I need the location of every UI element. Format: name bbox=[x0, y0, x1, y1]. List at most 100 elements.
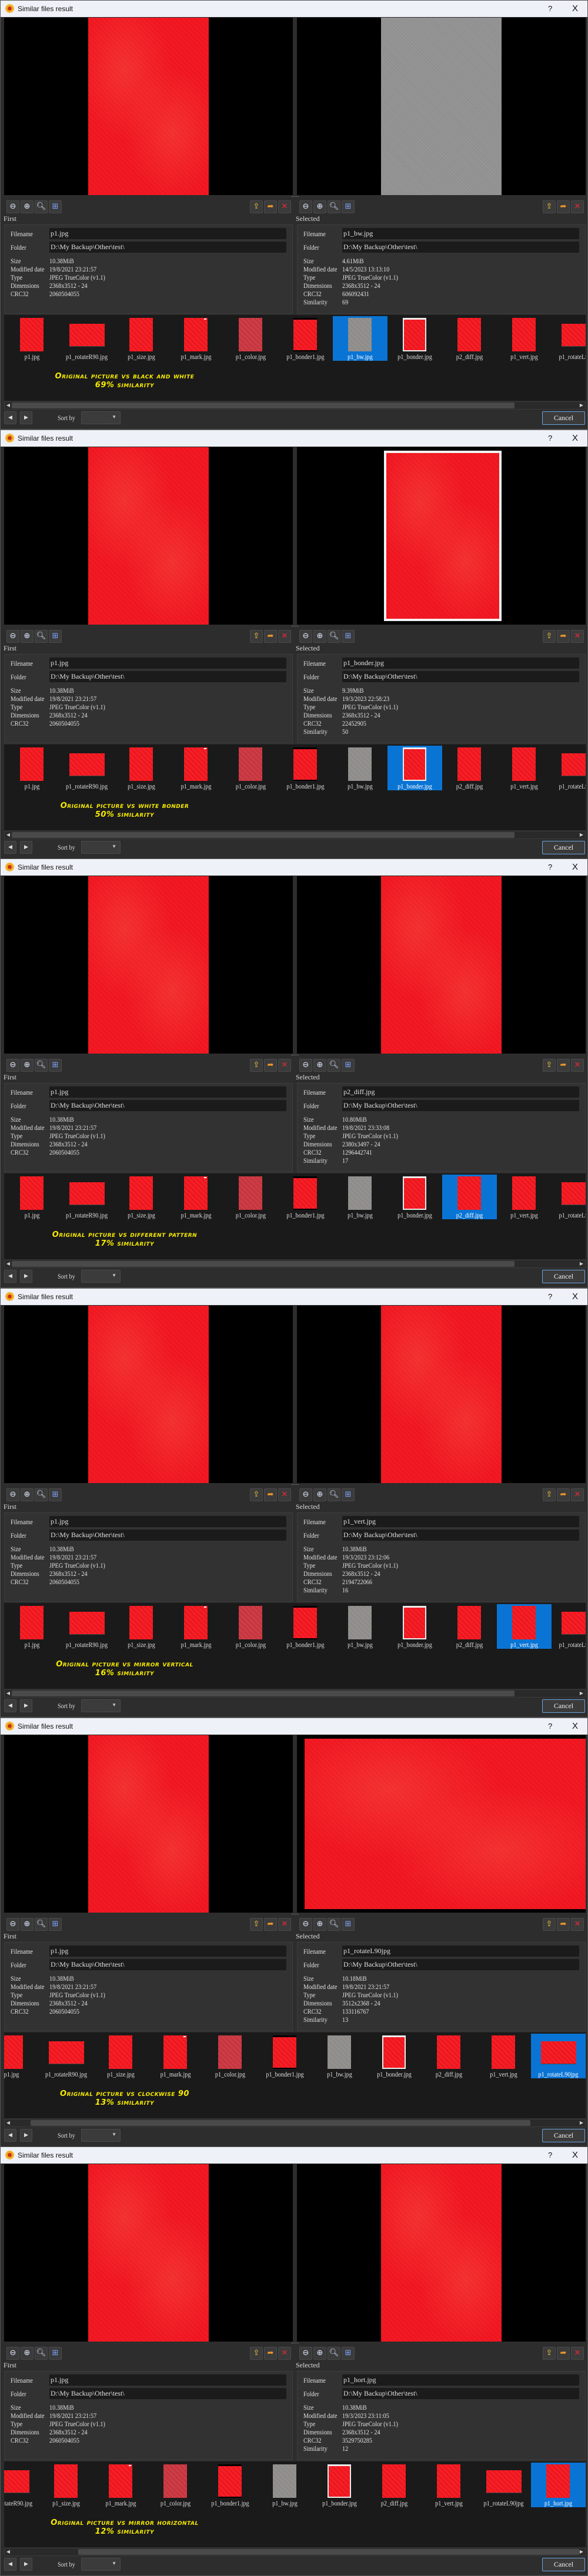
copy-to-folder-button[interactable]: ⇪ bbox=[250, 1059, 263, 1072]
cancel-button[interactable]: Cancel bbox=[542, 840, 585, 854]
scroll-left-arrow-icon[interactable]: ◀ bbox=[5, 831, 12, 838]
thumbnail-item[interactable]: p1_color.jpg bbox=[223, 1604, 278, 1649]
zoom-out-button[interactable]: ⊖ bbox=[299, 2347, 312, 2360]
zoom-out-button[interactable]: ⊖ bbox=[6, 2347, 19, 2360]
scroll-left-arrow-icon[interactable]: ◀ bbox=[5, 2548, 12, 2555]
zoom-in-button[interactable]: ⊕ bbox=[313, 629, 326, 643]
splitter-handle[interactable] bbox=[292, 196, 299, 198]
previous-button[interactable]: ◀ bbox=[4, 1270, 16, 1283]
fit-window-button[interactable]: ⊞ bbox=[49, 200, 62, 213]
first-folder-field[interactable]: D:\My Backup\Other\test\ bbox=[49, 1958, 286, 1970]
thumbnail-item[interactable]: p1_size.jpg bbox=[114, 746, 169, 790]
fit-window-button[interactable]: ⊞ bbox=[342, 2347, 355, 2360]
thumbnail-strip[interactable]: p1.jpg p1_rotateR90.jpg p1_size.jpg p1_m… bbox=[4, 1603, 586, 1689]
fit-window-button[interactable]: ⊞ bbox=[342, 200, 355, 213]
delete-button[interactable]: ✕ bbox=[571, 1059, 584, 1072]
scroll-left-arrow-icon[interactable]: ◀ bbox=[5, 402, 12, 409]
move-to-folder-button[interactable]: ➦ bbox=[557, 629, 570, 643]
next-button[interactable]: ▶ bbox=[20, 411, 32, 424]
first-filename-field[interactable]: p1.jpg bbox=[49, 657, 286, 669]
thumbnail-item[interactable]: p1_bw.jpg bbox=[333, 316, 387, 361]
thumbnail-item[interactable]: p1.jpg bbox=[4, 2034, 39, 2078]
first-image-view[interactable] bbox=[4, 447, 293, 625]
thumbnail-item[interactable]: p1_vert.jpg bbox=[497, 1604, 552, 1649]
copy-to-folder-button[interactable]: ⇪ bbox=[543, 1917, 556, 1931]
delete-button[interactable]: ✕ bbox=[571, 2347, 584, 2360]
delete-button[interactable]: ✕ bbox=[278, 1488, 291, 1501]
thumbnail-item[interactable]: p1_bw.jpg bbox=[333, 1604, 387, 1649]
first-image-view[interactable] bbox=[4, 2164, 293, 2342]
first-folder-field[interactable]: D:\My Backup\Other\test\ bbox=[49, 1100, 286, 1112]
sort-by-select[interactable]: ▼ bbox=[81, 840, 121, 854]
copy-to-folder-button[interactable]: ⇪ bbox=[250, 1917, 263, 1931]
scroll-left-arrow-icon[interactable]: ◀ bbox=[5, 1260, 12, 1267]
zoom-out-button[interactable]: ⊖ bbox=[6, 1059, 19, 1072]
thumbnail-item[interactable]: p2_diff.jpg bbox=[422, 2034, 476, 2078]
scrollbar-thumb[interactable] bbox=[12, 1261, 514, 1267]
zoom-out-button[interactable]: ⊖ bbox=[6, 1917, 19, 1931]
delete-button[interactable]: ✕ bbox=[278, 629, 291, 643]
fit-window-button[interactable]: ⊞ bbox=[342, 1488, 355, 1501]
sort-by-select[interactable]: ▼ bbox=[81, 1270, 121, 1283]
thumbnail-item[interactable]: p1_mark.jpg bbox=[169, 1175, 223, 1219]
thumbnail-item[interactable]: p1_color.jpg bbox=[223, 746, 278, 790]
selected-filename-field[interactable]: p1_bw.jpg bbox=[342, 228, 579, 239]
previous-button[interactable]: ◀ bbox=[4, 840, 16, 854]
horizontal-scrollbar[interactable]: ◀ ▶ bbox=[4, 401, 586, 410]
move-to-folder-button[interactable]: ➦ bbox=[557, 2347, 570, 2360]
scrollbar-thumb[interactable] bbox=[31, 2119, 530, 2126]
selected-filename-field[interactable]: p2_diff.jpg bbox=[342, 1086, 579, 1098]
fit-window-button[interactable]: ⊞ bbox=[49, 2347, 62, 2360]
thumbnail-item[interactable]: p1_rotateL90jpg bbox=[552, 316, 586, 361]
selected-image-view[interactable] bbox=[297, 447, 586, 625]
thumbnail-item[interactable]: p1_rotateR90.jpg bbox=[59, 746, 114, 790]
selected-folder-field[interactable]: D:\My Backup\Other\test\ bbox=[342, 242, 579, 253]
horizontal-scrollbar[interactable]: ◀ ▶ bbox=[4, 1689, 586, 1698]
previous-button[interactable]: ◀ bbox=[4, 2128, 16, 2142]
thumbnail-item[interactable]: p1_bonder1.jpg bbox=[278, 316, 333, 361]
horizontal-scrollbar[interactable]: ◀ ▶ bbox=[4, 830, 586, 839]
fit-window-button[interactable]: ⊞ bbox=[49, 1059, 62, 1072]
zoom-in-button[interactable]: ⊕ bbox=[21, 629, 34, 643]
selected-folder-field[interactable]: D:\My Backup\Other\test\ bbox=[342, 1958, 579, 1970]
next-button[interactable]: ▶ bbox=[20, 2128, 32, 2142]
delete-button[interactable]: ✕ bbox=[278, 1059, 291, 1072]
selected-filename-field[interactable]: p1_vert.jpg bbox=[342, 1516, 579, 1527]
help-button[interactable]: ? bbox=[548, 1722, 552, 1730]
scroll-right-arrow-icon[interactable]: ▶ bbox=[578, 831, 585, 838]
previous-button[interactable]: ◀ bbox=[4, 2558, 16, 2571]
move-to-folder-button[interactable]: ➦ bbox=[264, 1917, 277, 1931]
move-to-folder-button[interactable]: ➦ bbox=[557, 1059, 570, 1072]
delete-button[interactable]: ✕ bbox=[571, 200, 584, 213]
horizontal-scrollbar[interactable]: ◀ ▶ bbox=[4, 2548, 586, 2557]
zoom-in-button[interactable]: ⊕ bbox=[21, 200, 34, 213]
move-to-folder-button[interactable]: ➦ bbox=[264, 1488, 277, 1501]
scroll-right-arrow-icon[interactable]: ▶ bbox=[578, 402, 585, 409]
close-button[interactable]: X bbox=[572, 4, 578, 14]
thumbnail-item[interactable]: p1_rotateR90.jpg bbox=[59, 1175, 114, 1219]
close-button[interactable]: X bbox=[572, 1292, 578, 1302]
zoom-out-button[interactable]: ⊖ bbox=[299, 629, 312, 643]
first-image-view[interactable] bbox=[4, 18, 293, 195]
cancel-button[interactable]: Cancel bbox=[542, 1699, 585, 1713]
first-filename-field[interactable]: p1.jpg bbox=[49, 2374, 286, 2386]
selected-folder-field[interactable]: D:\My Backup\Other\test\ bbox=[342, 2388, 579, 2400]
thumbnail-item[interactable]: p1_vert.jpg bbox=[497, 316, 552, 361]
help-button[interactable]: ? bbox=[548, 2151, 552, 2159]
first-filename-field[interactable]: p1.jpg bbox=[49, 1086, 286, 1098]
copy-to-folder-button[interactable]: ⇪ bbox=[543, 2347, 556, 2360]
thumbnail-item[interactable]: p1_mark.jpg bbox=[93, 2463, 148, 2507]
zoom-in-button[interactable]: ⊕ bbox=[313, 1059, 326, 1072]
zoom-in-button[interactable]: ⊕ bbox=[21, 2347, 34, 2360]
thumbnail-item[interactable]: p1_bonder1.jpg bbox=[203, 2463, 258, 2507]
fit-window-button[interactable]: ⊞ bbox=[342, 1059, 355, 1072]
zoom-out-button[interactable]: ⊖ bbox=[299, 1488, 312, 1501]
zoom-out-button[interactable]: ⊖ bbox=[6, 1488, 19, 1501]
thumbnail-item[interactable]: p1_color.jpg bbox=[148, 2463, 203, 2507]
thumbnail-item[interactable]: p1.jpg bbox=[5, 1175, 59, 1219]
zoom-actual-button[interactable]: 🔍︎ bbox=[328, 629, 340, 643]
thumbnail-strip[interactable]: p1.jpg p1_rotateR90.jpg p1_size.jpg p1_m… bbox=[4, 2032, 586, 2118]
zoom-actual-button[interactable]: 🔍︎ bbox=[35, 200, 48, 213]
thumbnail-item[interactable]: p1_bonder.jpg bbox=[387, 745, 442, 790]
first-filename-field[interactable]: p1.jpg bbox=[49, 1516, 286, 1527]
